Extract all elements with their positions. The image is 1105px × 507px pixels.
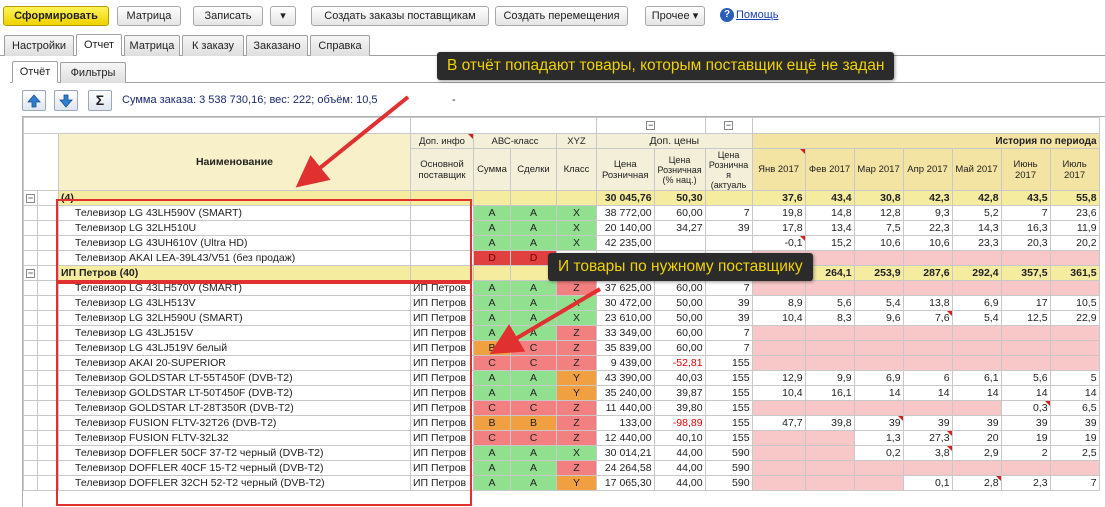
annotation-callout-top: В отчёт попадают товары, которым поставщ…	[437, 52, 895, 80]
annotation-callout-middle: И товары по нужному поставщику	[548, 253, 813, 281]
arrow-to-supplier	[489, 287, 602, 355]
arrow-to-unassigned	[295, 95, 410, 188]
